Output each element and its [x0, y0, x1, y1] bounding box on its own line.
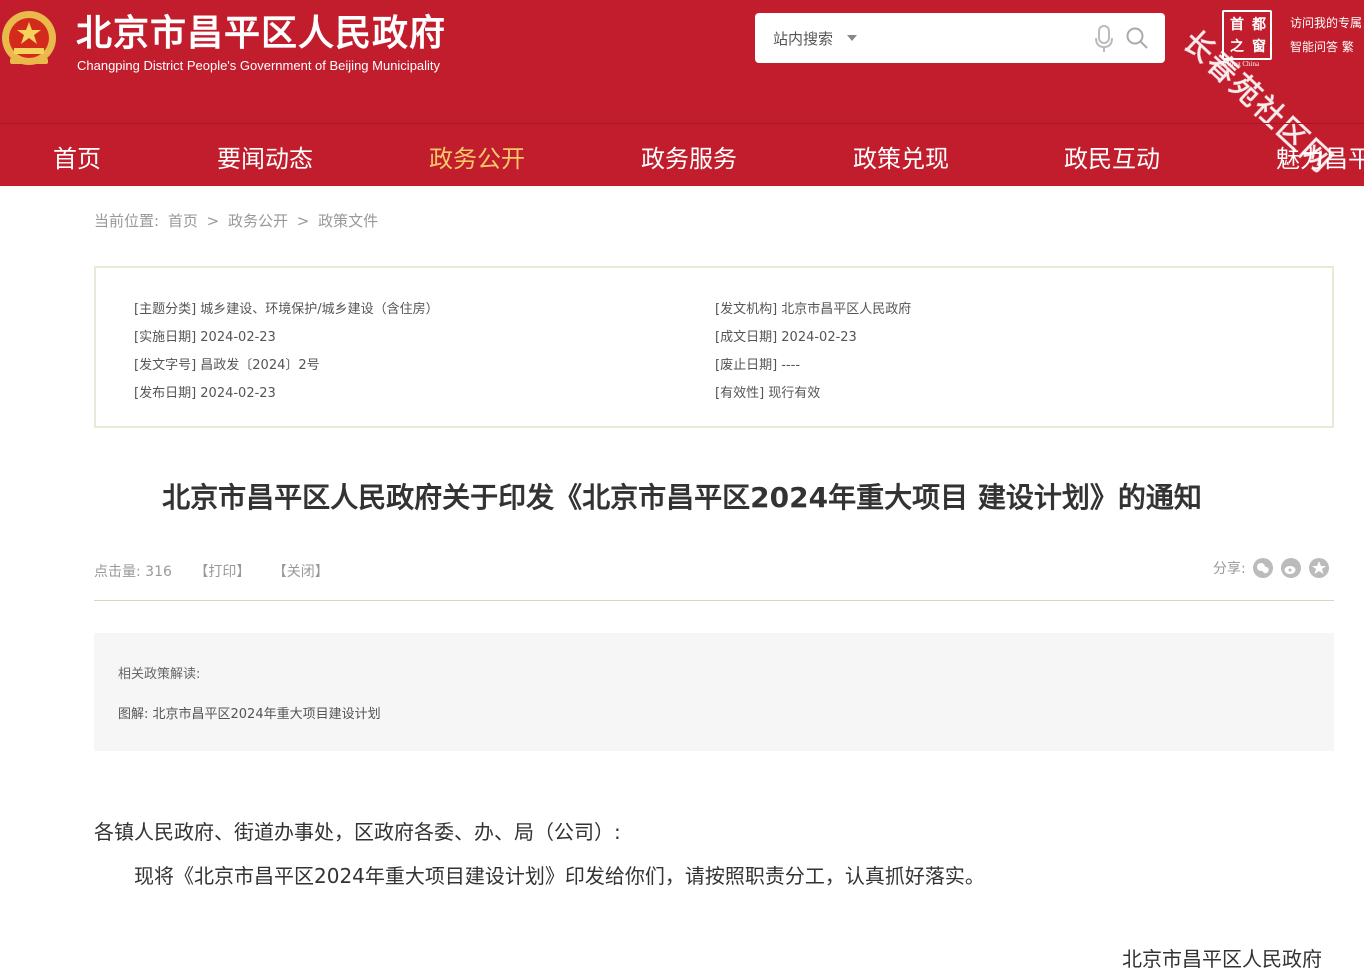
- search-icon[interactable]: [1125, 26, 1149, 50]
- microphone-icon[interactable]: [1095, 25, 1113, 53]
- title-divider: [94, 600, 1334, 601]
- meta-topic: [主题分类] 城乡建设、环境保护/城乡建设（含住房）: [134, 302, 439, 317]
- favorite-star-icon[interactable]: [1309, 558, 1329, 578]
- nav-item-gov-affairs[interactable]: 政务公开: [429, 139, 525, 174]
- article-body: 各镇人民政府、街道办事处，区政府各委、办、局（公司）: 现将《北京市昌平区202…: [94, 810, 1334, 898]
- article-tools: 点击量: 316 【打印】 【关闭】: [94, 561, 347, 581]
- chevron-down-icon[interactable]: [847, 35, 857, 41]
- breadcrumb-sep: >: [296, 212, 310, 230]
- signature: 北京市昌平区人民政府: [1122, 947, 1322, 971]
- meta-effective-date: [实施日期] 2024-02-23: [134, 330, 276, 345]
- nav-item-home[interactable]: 首页: [53, 139, 101, 174]
- nav-item-policy[interactable]: 政策兑现: [853, 139, 949, 174]
- related-infographic-link[interactable]: 图解: 北京市昌平区2024年重大项目建设计划: [118, 703, 381, 722]
- search-bar: 站内搜索: [755, 13, 1165, 63]
- main-nav: 首页 要闻动态 政务公开 政务服务 政策兑现 政民互动 魅力昌平: [0, 124, 1364, 186]
- weibo-icon[interactable]: [1281, 558, 1301, 578]
- smart-qa-link[interactable]: 智能问答 繁: [1290, 38, 1354, 55]
- document-meta-box: [主题分类] 城乡建设、环境保护/城乡建设（含住房） [实施日期] 2024-0…: [94, 266, 1334, 428]
- close-button[interactable]: 【关闭】: [273, 564, 329, 580]
- meta-issuer: [发文机构] 北京市昌平区人民政府: [715, 302, 912, 317]
- breadcrumb-prefix: 当前位置:: [94, 212, 160, 230]
- breadcrumb-gov-affairs[interactable]: 政务公开: [228, 212, 288, 230]
- article-title: 北京市昌平区人民政府关于印发《北京市昌平区2024年重大项目 建设计划》的通知: [162, 481, 1202, 514]
- share-label: 分享:: [1213, 561, 1246, 577]
- body-paragraph: 现将《北京市昌平区2024年重大项目建设计划》印发给你们，请按照职责分工，认真抓…: [94, 864, 985, 888]
- hit-count: 点击量: 316: [94, 564, 172, 580]
- share-bar: 分享:: [1213, 558, 1329, 582]
- nav-item-charm[interactable]: 魅力昌平: [1276, 139, 1364, 174]
- national-emblem-icon: [2, 11, 56, 65]
- related-heading: 相关政策解读:: [118, 667, 201, 682]
- search-scope-select[interactable]: 站内搜索: [773, 28, 833, 49]
- site-title[interactable]: 北京市昌平区人民政府: [76, 4, 446, 56]
- my-space-link[interactable]: 访问我的专属: [1290, 14, 1362, 31]
- nav-item-interaction[interactable]: 政民互动: [1064, 139, 1160, 174]
- wechat-icon[interactable]: [1253, 558, 1273, 578]
- meta-abolish-date: [废止日期] ----: [715, 358, 801, 373]
- related-policy-box: 相关政策解读: 图解: 北京市昌平区2024年重大项目建设计划: [94, 633, 1334, 751]
- breadcrumb-policy-docs[interactable]: 政策文件: [318, 212, 378, 230]
- site-header: 北京市昌平区人民政府 Changping District People's G…: [0, 0, 1364, 186]
- meta-publish-date: [发布日期] 2024-02-23: [134, 386, 276, 401]
- nav-item-services[interactable]: 政务服务: [641, 139, 737, 174]
- print-button[interactable]: 【打印】: [194, 564, 250, 580]
- meta-doc-number: [发文字号] 昌政发〔2024〕2号: [134, 358, 320, 373]
- meta-validity: [有效性] 现行有效: [715, 386, 821, 401]
- salutation: 各镇人民政府、街道办事处，区政府各委、办、局（公司）:: [94, 820, 621, 844]
- meta-written-date: [成文日期] 2024-02-23: [715, 330, 857, 345]
- site-subtitle: Changping District People's Government o…: [77, 58, 441, 73]
- breadcrumb-sep: >: [206, 212, 220, 230]
- breadcrumb-home[interactable]: 首页: [168, 212, 198, 230]
- nav-item-news[interactable]: 要闻动态: [217, 139, 313, 174]
- breadcrumb: 当前位置: 首页 > 政务公开 > 政策文件: [94, 210, 382, 231]
